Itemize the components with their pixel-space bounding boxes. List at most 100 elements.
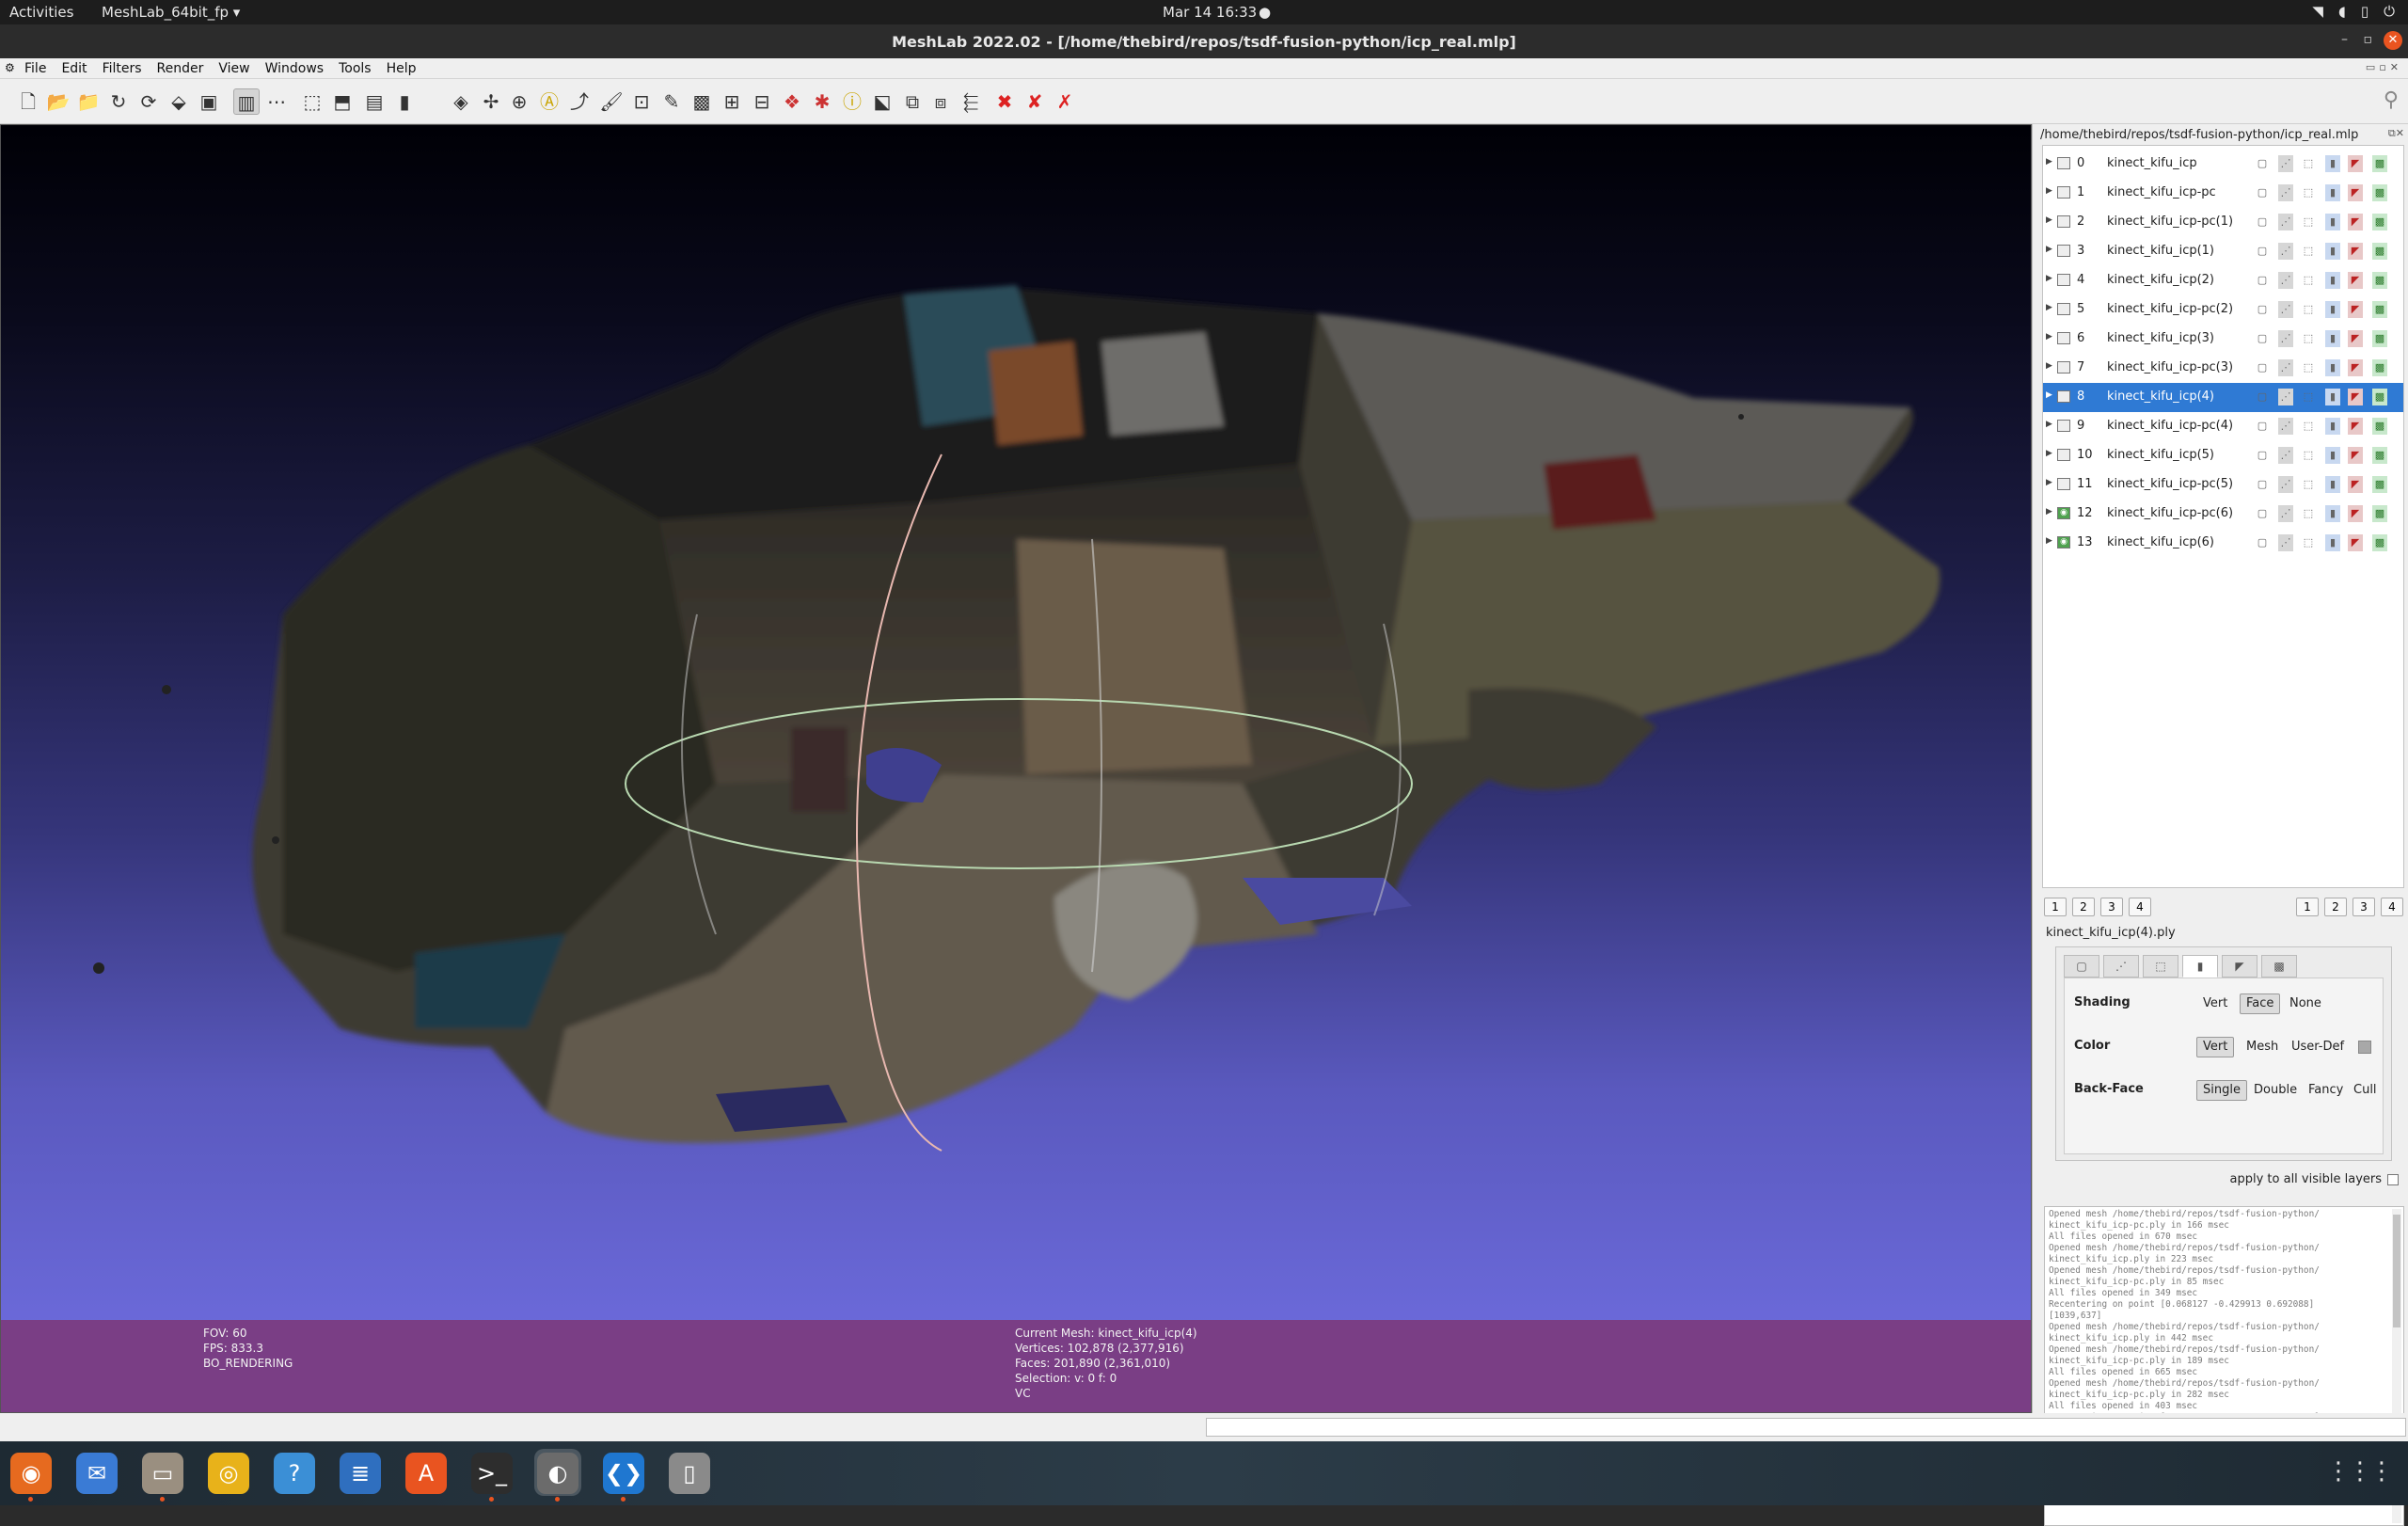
color-paint-icon[interactable]: 🖌 <box>598 88 625 115</box>
backface-fancy-option[interactable]: Fancy <box>2302 1080 2350 1101</box>
menu-render[interactable]: Render <box>157 61 204 76</box>
software-icon[interactable]: A <box>403 1449 450 1496</box>
select-connected-faces-icon[interactable]: ⧈ <box>927 88 954 115</box>
dock-float-close-icon[interactable]: ⧉✕ <box>2388 127 2404 140</box>
layer-list[interactable]: ▶ 0 kinect_kifu_icp ▢ ⋰ ⬚ ▮ ◤ ▩ ▶ 1 kinect_kifu_icp… <box>2042 145 2404 888</box>
firefox-icon[interactable]: ◉ <box>8 1449 55 1502</box>
visibility-toggle-icon[interactable] <box>2057 332 2070 344</box>
view-tab-2[interactable]: 2 <box>2324 898 2347 916</box>
menu-tools[interactable]: Tools <box>339 61 372 76</box>
layer-row[interactable]: ▶ ◉ 12 kinect_kifu_icp-pc(6) ▢ ⋰ ⬚ ▮ ◤ ▩ <box>2043 500 2403 529</box>
layer-row[interactable]: ▶ 11 kinect_kifu_icp-pc(5) ▢ ⋰ ⬚ ▮ ◤ ▩ <box>2043 470 2403 500</box>
bbox-render-icon[interactable]: ▢ <box>2255 243 2270 260</box>
points-render-icon[interactable]: ⋰ <box>2278 272 2293 289</box>
expand-arrow-icon[interactable]: ▶ <box>2046 303 2052 312</box>
bbox-render-icon[interactable]: ▢ <box>2255 184 2270 201</box>
layer-row[interactable]: ▶ 0 kinect_kifu_icp ▢ ⋰ ⬚ ▮ ◤ ▩ <box>2043 150 2403 179</box>
wire-render-icon[interactable]: ⬚ <box>2301 505 2316 522</box>
raster-tab-1[interactable]: 1 <box>2044 898 2067 916</box>
mdi-window-controls[interactable]: ▭▫✕ <box>2366 61 2402 73</box>
expand-arrow-icon[interactable]: ▶ <box>2046 420 2052 429</box>
color-vert-option[interactable]: Vert <box>2196 1037 2235 1057</box>
texture-render-icon[interactable]: ▮ <box>391 88 418 115</box>
backface-cull-option[interactable]: Cull <box>2347 1080 2384 1101</box>
select-area-icon[interactable]: ⬕ <box>869 88 895 115</box>
manipulator-icon[interactable]: ⊕ <box>506 88 532 115</box>
files-icon[interactable]: ▭ <box>139 1449 186 1502</box>
points-render-icon[interactable]: ⋰ <box>2278 534 2293 551</box>
visibility-toggle-icon[interactable]: ◉ <box>2057 507 2070 519</box>
help-icon[interactable]: ? <box>271 1449 318 1496</box>
points-render-icon[interactable]: ⋰ <box>2278 359 2293 376</box>
view-tab-3[interactable]: 3 <box>2353 898 2375 916</box>
pick-points-icon[interactable]: ⤴ <box>566 88 593 115</box>
expand-arrow-icon[interactable]: ▶ <box>2046 449 2052 458</box>
texture-render-icon[interactable]: ▩ <box>2372 418 2387 435</box>
solid-render-icon[interactable]: ▮ <box>2325 272 2340 289</box>
menu-filters[interactable]: Filters <box>103 61 142 76</box>
solid-render-icon[interactable]: ▮ <box>2325 155 2340 172</box>
expand-arrow-icon[interactable]: ▶ <box>2046 536 2052 546</box>
texture-render-icon[interactable]: ▩ <box>2372 243 2387 260</box>
edge-render-icon[interactable]: ◤ <box>2348 534 2363 551</box>
new-project-icon[interactable]: 🗋 <box>15 88 41 115</box>
wire-render-icon[interactable]: ⬚ <box>2301 243 2316 260</box>
texture-tab-icon[interactable]: ▩ <box>2261 955 2297 978</box>
visibility-toggle-icon[interactable] <box>2057 186 2070 199</box>
wire-render-icon[interactable]: ⬚ <box>2301 534 2316 551</box>
expand-arrow-icon[interactable]: ▶ <box>2046 215 2052 225</box>
point-cloud-render[interactable] <box>1 125 2032 1320</box>
edge-render-icon[interactable]: ◤ <box>2348 301 2363 318</box>
annotation-icon[interactable]: Ⓐ <box>536 88 562 115</box>
wire-render-icon[interactable]: ⬚ <box>2301 272 2316 289</box>
export-mesh-icon[interactable]: ⬙ <box>166 88 192 115</box>
delete-faces-icon[interactable]: ✖ <box>991 88 1018 115</box>
solid-render-icon[interactable]: ▮ <box>2325 476 2340 493</box>
wire-render-icon[interactable]: ⬚ <box>2301 330 2316 347</box>
activities-button[interactable]: Activities <box>9 4 73 21</box>
view-tab-4[interactable]: 4 <box>2381 898 2403 916</box>
visibility-toggle-icon[interactable] <box>2057 449 2070 461</box>
backface-single-option[interactable]: Single <box>2196 1080 2247 1101</box>
usb-drive-icon[interactable]: ▯ <box>666 1449 713 1496</box>
visibility-toggle-icon[interactable] <box>2057 274 2070 286</box>
app-menu[interactable]: MeshLab_64bit_fp ▾ <box>102 4 240 21</box>
visibility-toggle-icon[interactable] <box>2057 157 2070 169</box>
close-button[interactable]: ✕ <box>2384 31 2402 50</box>
solid-render-icon[interactable]: ▮ <box>2325 359 2340 376</box>
bbox-render-icon[interactable]: ▢ <box>2255 359 2270 376</box>
show-applications-icon[interactable]: ⋮⋮⋮ <box>2326 1457 2394 1486</box>
menu-file[interactable]: File <box>24 61 46 76</box>
layer-row[interactable]: ▶ 6 kinect_kifu_icp(3) ▢ ⋰ ⬚ ▮ ◤ ▩ <box>2043 325 2403 354</box>
search-icon[interactable]: ⚲ <box>2384 88 2399 112</box>
wire-render-icon[interactable]: ⬚ <box>2301 214 2316 230</box>
wire-render-icon[interactable]: ⬚ <box>2301 389 2316 405</box>
open-project-icon[interactable]: 📂 <box>45 88 71 115</box>
points-render-icon[interactable]: ⋰ <box>2278 476 2293 493</box>
menu-view[interactable]: View <box>218 61 249 76</box>
system-menu-icon[interactable]: ⚙ <box>5 61 15 74</box>
edge-render-icon[interactable]: ◤ <box>2348 476 2363 493</box>
wire-render-icon[interactable]: ⬚ <box>2301 359 2316 376</box>
expand-arrow-icon[interactable]: ▶ <box>2046 157 2052 167</box>
visibility-toggle-icon[interactable] <box>2057 245 2070 257</box>
solid-tab-icon[interactable]: ▮ <box>2182 955 2218 978</box>
expand-arrow-icon[interactable]: ▶ <box>2046 361 2052 371</box>
wire-render-icon[interactable]: ⬚ <box>2301 301 2316 318</box>
points-render-icon[interactable]: ⋰ <box>2278 155 2293 172</box>
wire-tab-icon[interactable]: ⬚ <box>2143 955 2178 978</box>
vscode-icon[interactable]: ❮❯ <box>600 1449 647 1502</box>
user-color-swatch[interactable] <box>2358 1041 2371 1054</box>
menu-windows[interactable]: Windows <box>265 61 325 76</box>
layer-row[interactable]: ▶ 3 kinect_kifu_icp(1) ▢ ⋰ ⬚ ▮ ◤ ▩ <box>2043 237 2403 266</box>
points-render-icon[interactable]: ⋰ <box>2278 330 2293 347</box>
edge-render-icon[interactable]: ◤ <box>2348 184 2363 201</box>
raster-tab-2[interactable]: 2 <box>2072 898 2095 916</box>
expand-arrow-icon[interactable]: ▶ <box>2046 245 2052 254</box>
edge-render-icon[interactable]: ◤ <box>2348 155 2363 172</box>
expand-arrow-icon[interactable]: ▶ <box>2046 332 2052 342</box>
meshlab-icon[interactable]: ◐ <box>534 1449 581 1502</box>
bbox-render-icon[interactable]: ▢ <box>2255 301 2270 318</box>
rhythmbox-icon[interactable]: ◎ <box>205 1449 252 1496</box>
shading-vert-option[interactable]: Vert <box>2196 993 2234 1014</box>
